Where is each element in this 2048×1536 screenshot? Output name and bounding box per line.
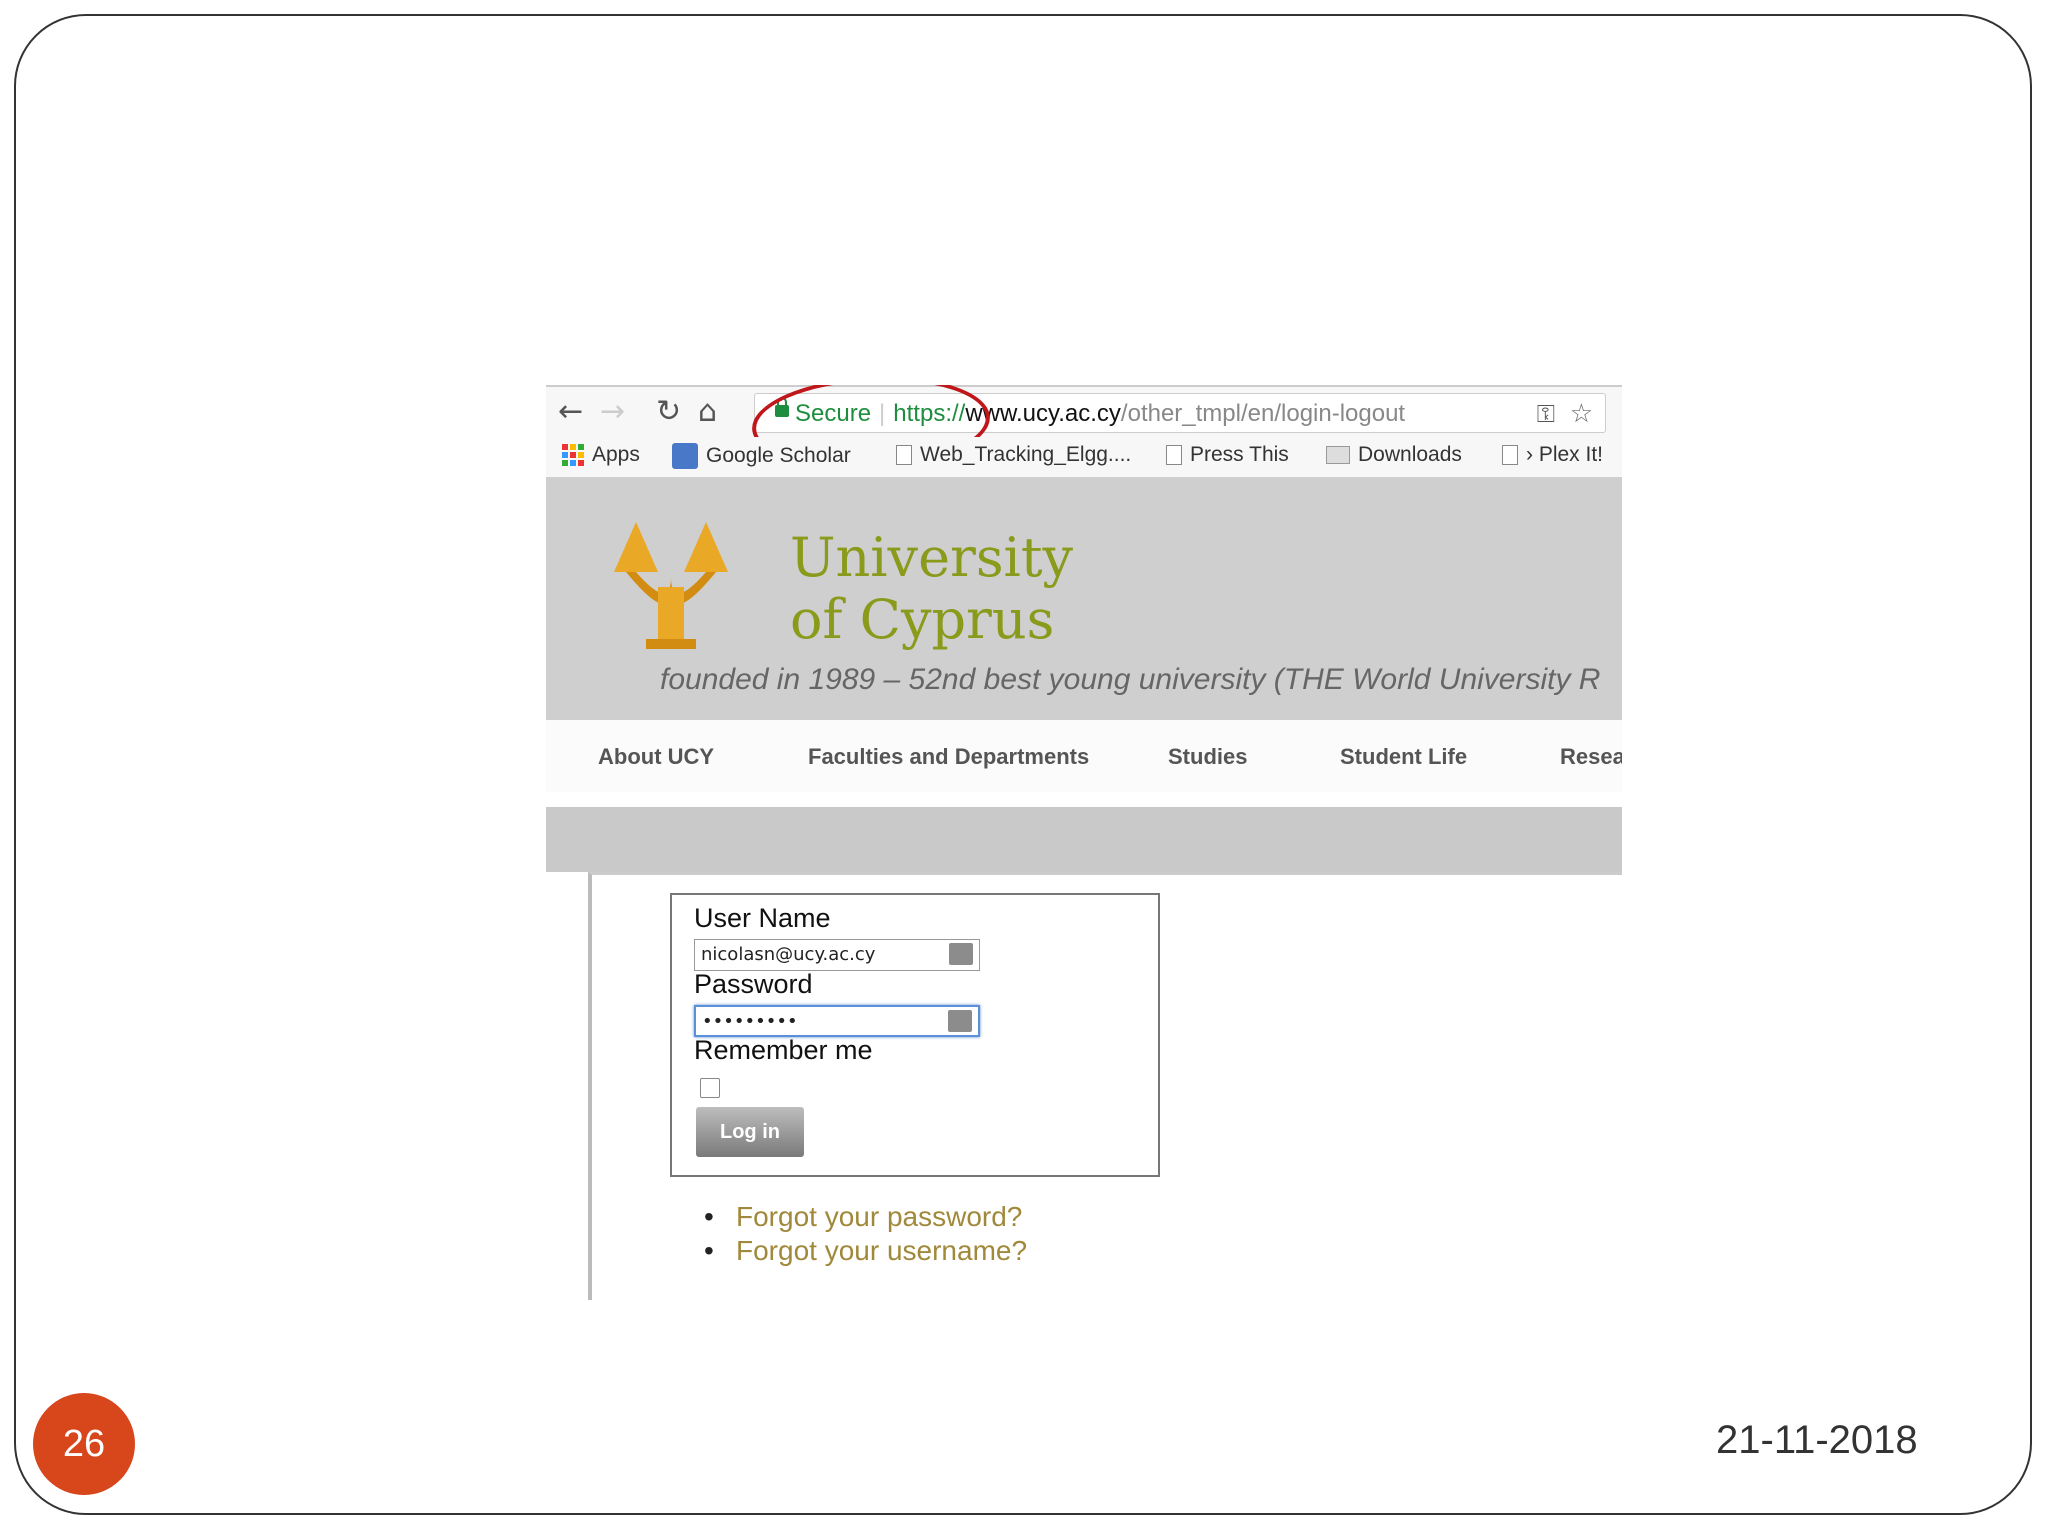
site-banner: University of Cyprus founded in 1989 – 5… [546,477,1622,720]
bookmark-label: Downloads [1358,443,1462,466]
nav-research[interactable]: Resea [1560,744,1622,770]
password-label: Password [694,969,813,999]
university-name-line2: of Cyprus [790,588,1055,651]
login-button[interactable]: Log in [696,1107,804,1157]
nav-about-ucy[interactable]: About UCY [598,744,714,770]
university-logo-icon [614,522,728,649]
home-icon[interactable]: ⌂ [698,397,717,427]
login-form: User Name nicolasn@ucy.ac.cy Password ••… [670,893,1160,1177]
folder-icon [1326,446,1350,464]
page-icon [1502,445,1518,465]
bookmark-apps[interactable]: Apps [562,443,640,467]
bookmark-label: Apps [592,443,640,466]
main-navigation: About UCY Faculties and Departments Stud… [546,720,1622,792]
nav-studies[interactable]: Studies [1168,744,1247,770]
bookmark-press-this[interactable]: Press This [1166,443,1289,467]
bookmark-label: › Plex It! [1526,443,1604,466]
bookmark-label: Press This [1190,443,1289,466]
remember-me-label: Remember me [694,1035,873,1065]
username-label: User Name [694,903,831,933]
bookmark-star-icon[interactable]: ☆ [1570,399,1593,429]
bookmark-plex-it[interactable]: › Plex It! [1502,443,1603,467]
apps-grid-icon [562,444,584,466]
password-value: ••••••••• [702,1011,798,1032]
bookmarks-bar: Apps Google Scholar Web_Tracking_Elgg...… [546,437,1622,477]
page-icon [896,445,912,465]
google-scholar-icon [672,443,698,469]
remember-me-checkbox[interactable] [700,1078,720,1098]
forward-arrow-icon[interactable]: → [600,397,625,427]
university-name-line1: University [790,526,1074,589]
browser-toolbar: ← → ↻ ⌂ Secure | https://www.ucy.ac.cy/oth… [546,385,1622,476]
bookmark-google-scholar[interactable]: Google Scholar [672,443,851,469]
bookmark-web-tracking[interactable]: Web_Tracking_Elgg.... [896,443,1131,467]
forgot-password-link[interactable]: Forgot your password? [704,1200,1027,1234]
password-manager-icon[interactable] [949,943,973,965]
forgot-links: Forgot your password? Forgot your userna… [704,1200,1027,1268]
reload-icon[interactable]: ↻ [656,397,681,427]
nav-student-life[interactable]: Student Life [1340,744,1467,770]
back-arrow-icon[interactable]: ← [558,397,583,427]
nav-faculties[interactable]: Faculties and Departments [808,744,1089,770]
bookmark-label: Web_Tracking_Elgg.... [920,443,1132,466]
password-field[interactable]: ••••••••• [694,1005,980,1037]
forgot-username-link[interactable]: Forgot your username? [704,1234,1027,1268]
slide-date: 21-11-2018 [1716,1418,1918,1462]
username-value: nicolasn@ucy.ac.cy [701,944,876,965]
site-tagline: founded in 1989 – 52nd best young univer… [660,663,1601,696]
key-icon[interactable]: ⚿ [1537,400,1555,428]
username-field[interactable]: nicolasn@ucy.ac.cy [694,939,980,971]
university-name: University of Cyprus [790,527,1073,651]
slide-number-badge: 26 [33,1393,135,1495]
url-path: /other_tmpl/en/login-logout [1120,400,1406,427]
password-manager-icon[interactable] [948,1010,972,1032]
bookmark-label: Google Scholar [706,444,851,467]
bookmark-downloads[interactable]: Downloads [1326,443,1462,467]
page-icon [1166,445,1182,465]
content-header-strip [546,807,1622,872]
